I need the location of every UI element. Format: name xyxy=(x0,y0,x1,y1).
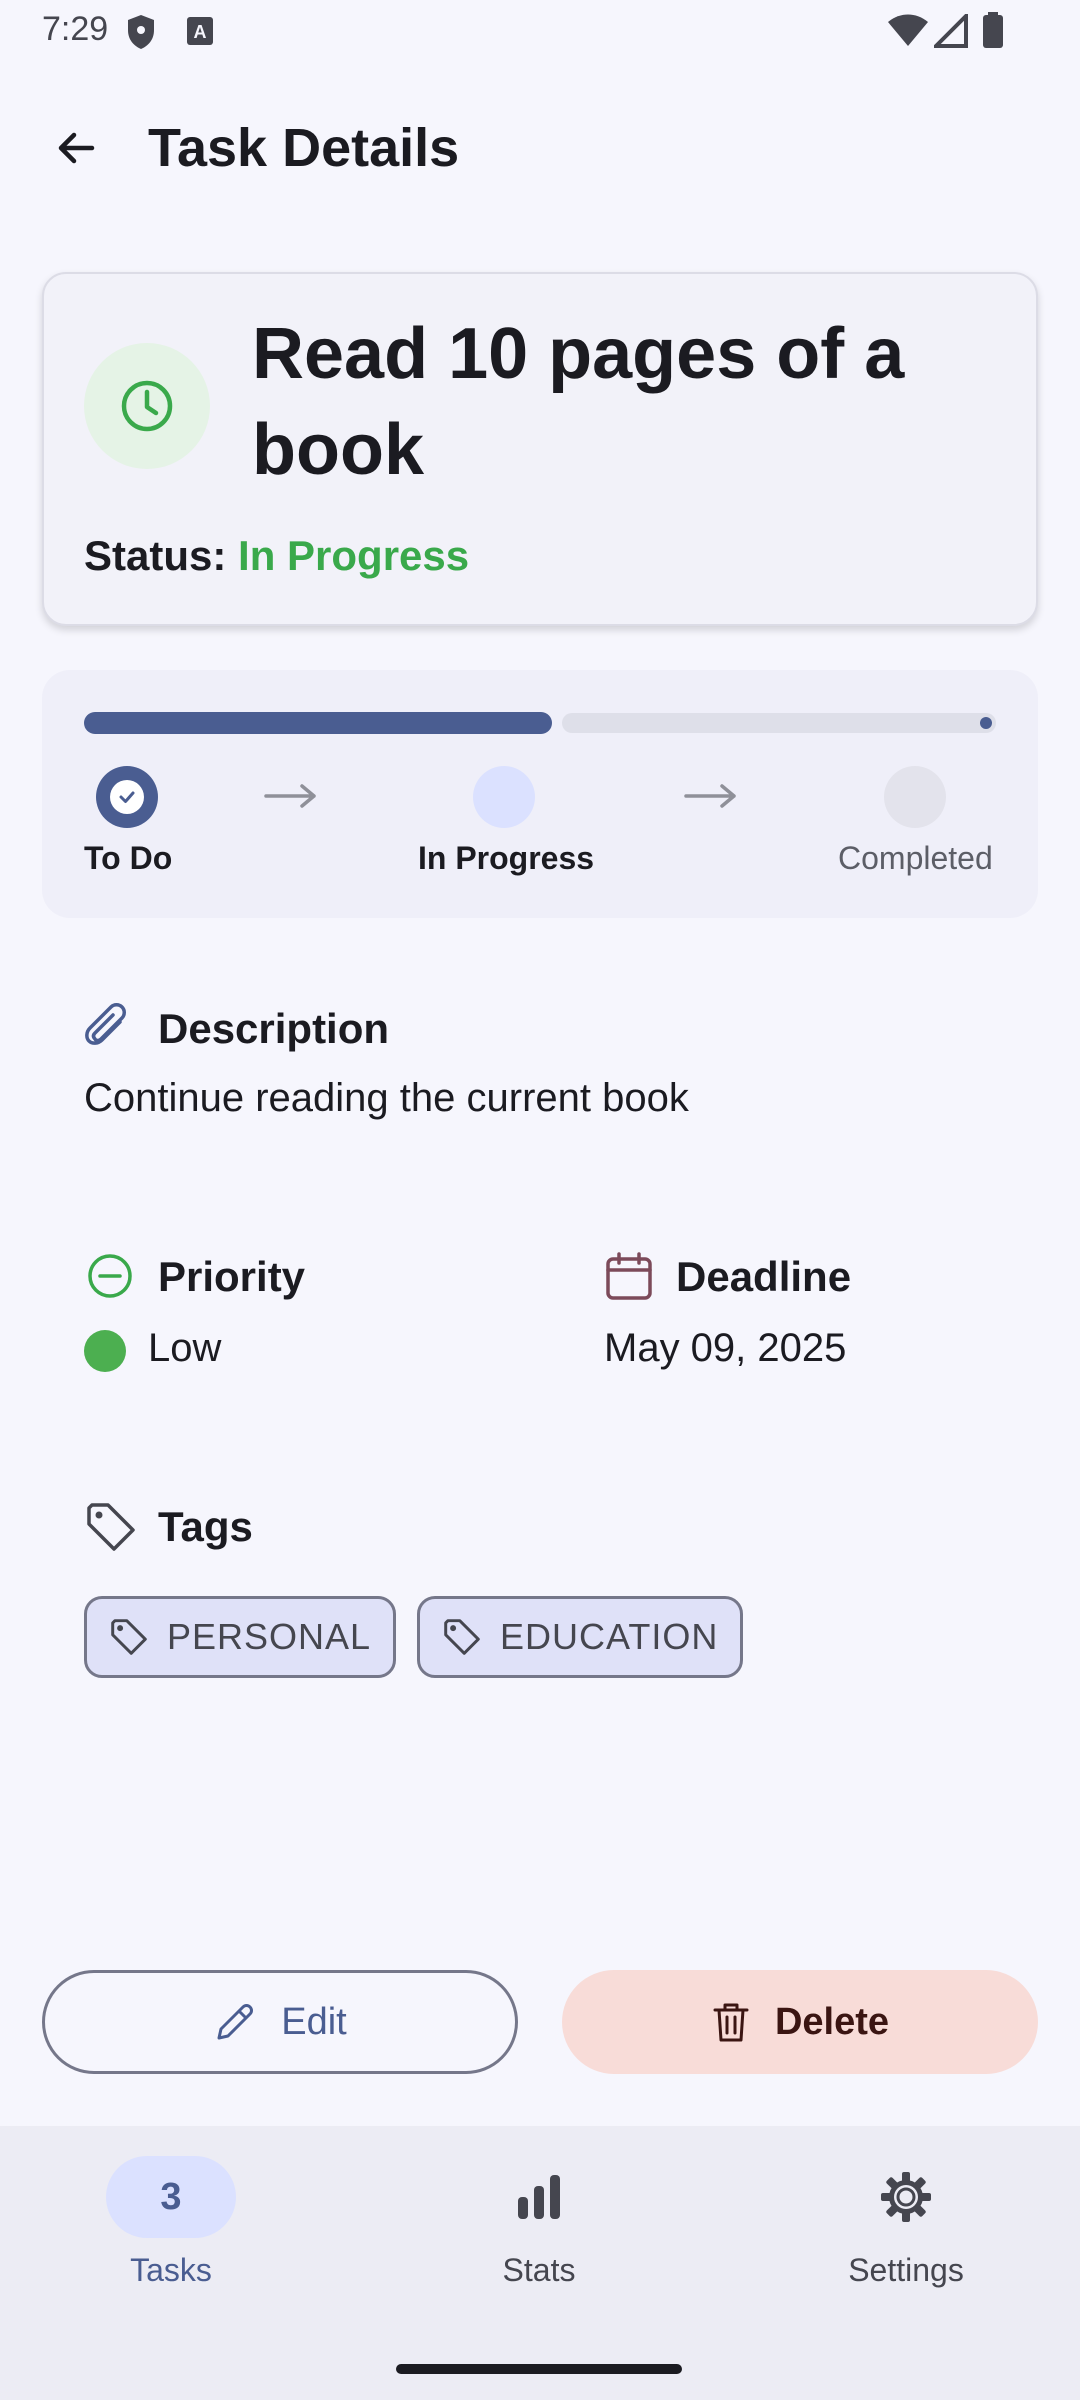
check-icon xyxy=(119,791,135,803)
back-button[interactable] xyxy=(40,112,112,184)
shield-icon xyxy=(128,15,154,49)
nav-item-settings[interactable]: Settings xyxy=(756,2156,1056,2292)
nav-label-settings: Settings xyxy=(848,2252,964,2288)
delete-button-label: Delete xyxy=(774,2000,890,2043)
tag-icon xyxy=(87,1503,135,1551)
back-arrow-icon xyxy=(58,132,95,164)
tag-chip-label: EDUCATION xyxy=(500,1616,719,1657)
keyboard-a-icon: A xyxy=(187,17,213,45)
priority-value: Low xyxy=(148,1326,222,1370)
tag-chip-education[interactable]: EDUCATION xyxy=(417,1596,743,1678)
tag-icon xyxy=(444,1619,480,1655)
home-indicator[interactable] xyxy=(396,2364,682,2374)
task-status: Status: In Progress xyxy=(84,532,469,580)
trash-icon xyxy=(713,2003,749,2042)
edit-button-label: Edit xyxy=(281,2000,347,2043)
step-dot-todo xyxy=(96,766,158,828)
task-title: Read 10 pages of a book xyxy=(252,314,905,490)
battery-icon xyxy=(983,12,1003,48)
description-text: Continue reading the current book xyxy=(84,1076,689,1120)
status-value: In Progress xyxy=(238,532,470,579)
paperclip-icon xyxy=(85,1003,126,1045)
edit-button[interactable]: Edit xyxy=(42,1970,518,2074)
tag-chip-personal[interactable]: PERSONAL xyxy=(84,1596,396,1678)
tasks-count: 3 xyxy=(160,2175,182,2218)
status-icon-circle xyxy=(84,343,210,469)
minus-circle-icon xyxy=(88,1254,132,1298)
progress-bar-track xyxy=(562,713,996,733)
step-label-completed: Completed xyxy=(838,840,993,876)
progress-bar-fill xyxy=(84,712,552,734)
deadline-value: May 09, 2025 xyxy=(604,1326,847,1370)
nav-item-stats[interactable]: Stats xyxy=(389,2156,689,2292)
cellular-icon xyxy=(934,14,968,48)
progress-bar-end-dot xyxy=(980,717,992,729)
svg-text:A: A xyxy=(194,22,207,42)
step-dot-in-progress xyxy=(473,766,535,828)
wifi-icon xyxy=(888,14,928,46)
tag-chip-label: PERSONAL xyxy=(167,1616,372,1657)
settings-icon-wrap xyxy=(841,2156,971,2238)
step-label-in-progress: In Progress xyxy=(418,840,595,876)
nav-label-stats: Stats xyxy=(502,2252,576,2288)
tag-icon xyxy=(111,1619,147,1655)
status-label: Status: xyxy=(84,532,227,579)
description-heading: Description xyxy=(158,1005,390,1052)
arrow-right-icon xyxy=(684,784,736,808)
gear-icon xyxy=(881,2172,931,2222)
step-label-todo: To Do xyxy=(84,840,173,876)
delete-button[interactable]: Delete xyxy=(562,1970,1038,2074)
calendar-icon xyxy=(606,1252,652,1300)
bar-chart-icon xyxy=(518,2175,560,2219)
priority-indicator-dot xyxy=(84,1330,126,1372)
step-dot-completed xyxy=(884,766,946,828)
page-title: Task Details xyxy=(148,118,460,178)
priority-heading: Priority xyxy=(158,1253,306,1300)
clock-icon xyxy=(121,380,173,432)
nav-label-tasks: Tasks xyxy=(130,2252,212,2288)
status-time: 7:29 xyxy=(42,10,109,48)
deadline-heading: Deadline xyxy=(676,1253,852,1300)
pencil-icon xyxy=(217,2004,254,2040)
tasks-badge: 3 xyxy=(106,2156,236,2238)
tags-heading: Tags xyxy=(158,1503,253,1550)
arrow-right-icon xyxy=(264,784,316,808)
stats-icon-wrap xyxy=(474,2156,604,2238)
nav-item-tasks[interactable]: 3 Tasks xyxy=(21,2156,321,2292)
